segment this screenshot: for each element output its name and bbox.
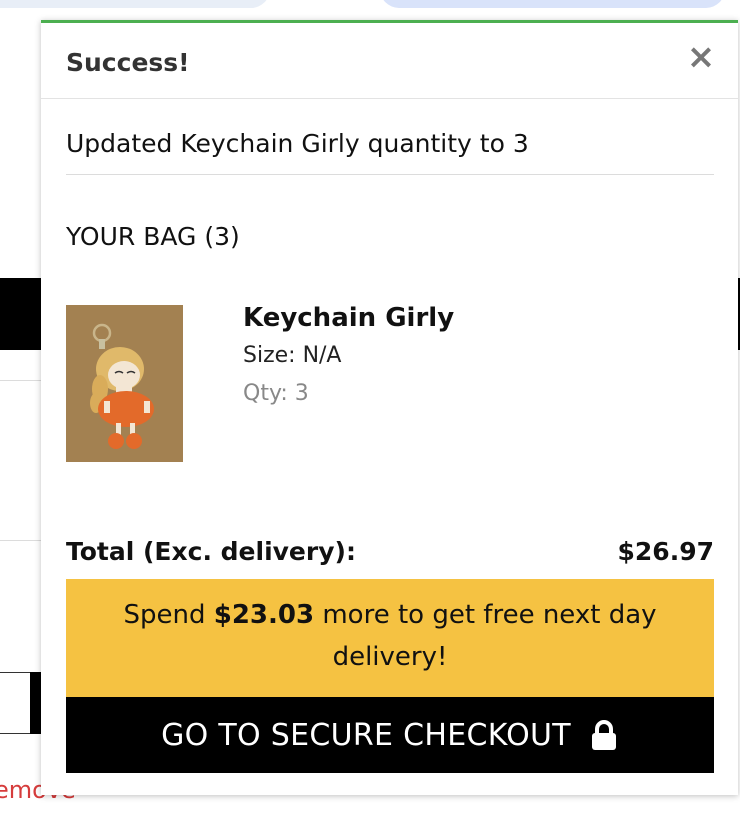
bag-title: YOUR BAG (3) — [66, 222, 240, 251]
message-divider — [66, 174, 714, 175]
background-divider — [0, 380, 45, 381]
product-name[interactable]: Keychain Girly — [243, 303, 454, 333]
promo-amount: $23.03 — [213, 600, 315, 630]
total-label: Total (Exc. delivery): — [66, 537, 356, 566]
promo-suffix: more to get free next day delivery! — [314, 600, 657, 672]
checkout-label: GO TO SECURE CHECKOUT — [161, 717, 571, 753]
close-icon[interactable]: × — [685, 40, 717, 74]
product-size: Size: N/A — [243, 343, 342, 368]
product-image[interactable] — [66, 305, 183, 462]
total-value: $26.97 — [617, 537, 714, 566]
background-black-bar — [0, 278, 45, 350]
background-divider — [0, 540, 45, 541]
free-delivery-banner: Spend $23.03 more to get free next day d… — [66, 579, 714, 697]
secure-checkout-button[interactable]: GO TO SECURE CHECKOUT — [66, 697, 714, 773]
popup-header: Success! × — [41, 23, 738, 99]
popup-title: Success! — [66, 48, 190, 77]
background-pill-right — [380, 0, 725, 8]
product-qty: Qty: 3 — [243, 381, 309, 406]
success-message: Updated Keychain Girly quantity to 3 — [66, 129, 529, 158]
promo-prefix: Spend — [123, 600, 214, 630]
lock-icon — [589, 719, 619, 751]
background-pill-left — [0, 0, 270, 8]
cart-success-popup: Success! × Updated Keychain Girly quanti… — [41, 20, 738, 795]
